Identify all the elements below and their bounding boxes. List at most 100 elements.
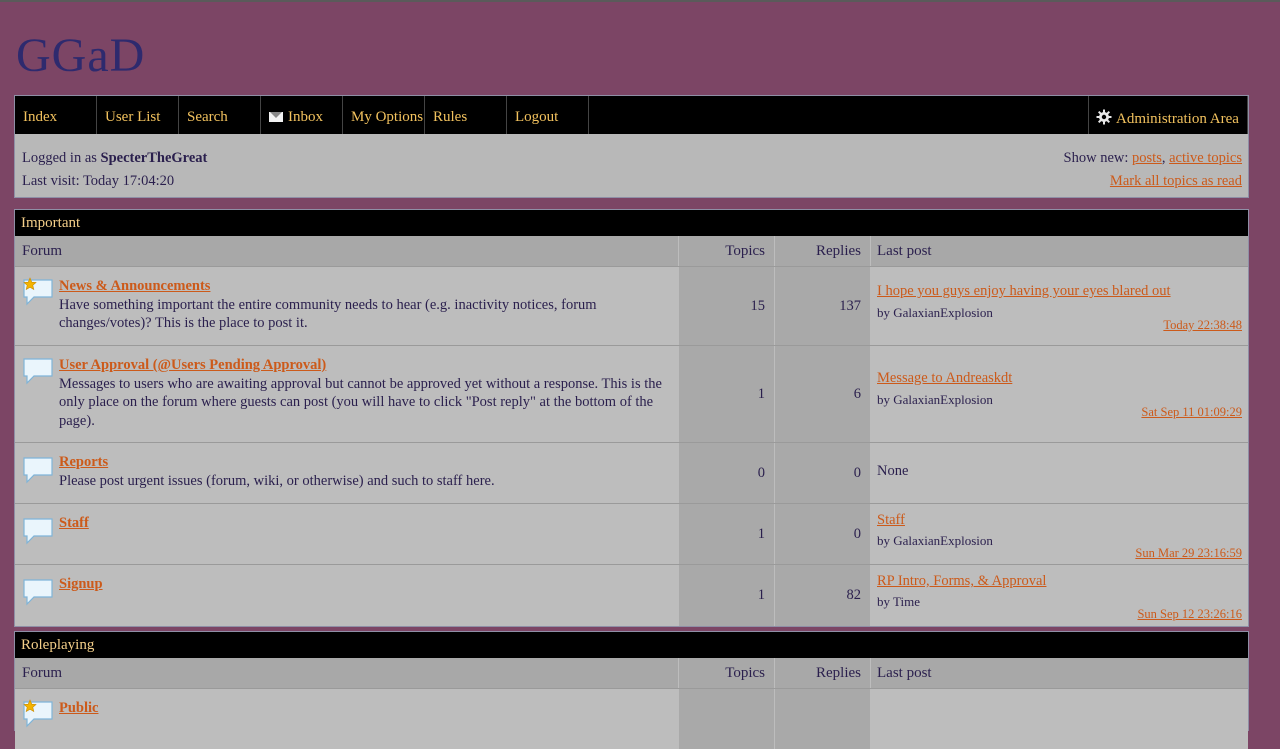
forum-replies-count: 0 (774, 443, 870, 503)
forum-title-link[interactable]: Reports (59, 454, 108, 470)
forum-row: Staff 1 0 Staff by GalaxianExplosion Sun… (15, 503, 1248, 564)
last-post-author: by GalaxianExplosion (877, 305, 993, 320)
last-post-cell (870, 689, 1248, 749)
last-post-cell: RP Intro, Forms, & Approval by Time Sun … (870, 565, 1248, 626)
last-post-cell: I hope you guys enjoy having your eyes b… (870, 267, 1248, 345)
col-forum: Forum (22, 665, 63, 681)
nav-inbox[interactable]: Inbox (261, 96, 343, 134)
forum-bubble-icon (23, 518, 53, 545)
last-post-author: by Time (877, 594, 920, 609)
last-post-none: None (877, 463, 909, 479)
forum-cell: Public (15, 689, 678, 749)
logged-in-line: Logged in as SpecterTheGreat (22, 147, 207, 170)
forum-replies-count: 0 (774, 504, 870, 564)
status-left: Logged in as SpecterTheGreat Last visit:… (22, 147, 207, 193)
nav-my-options[interactable]: My Options (343, 96, 425, 134)
forum-topics-count: 1 (678, 565, 774, 626)
col-last-post: Last post (870, 236, 1248, 266)
category-roleplaying: Roleplaying Forum Topics Replies Last po… (14, 631, 1249, 749)
forum-replies-count: 82 (774, 565, 870, 626)
mark-all-read-link[interactable]: Mark all topics as read (1110, 173, 1242, 189)
nav-inbox-label: Inbox (288, 109, 323, 125)
col-last-post: Last post (870, 658, 1248, 688)
show-new-prefix: Show new: (1063, 150, 1129, 166)
forum-topics-count: 1 (678, 346, 774, 442)
forum-row: News & Announcements Have something impo… (15, 266, 1248, 345)
show-new-posts-link[interactable]: posts (1132, 150, 1162, 166)
category-header: Roleplaying (15, 632, 1248, 658)
forum-title-link[interactable]: User Approval (@Users Pending Approval) (59, 357, 326, 373)
forum-replies-count (774, 689, 870, 749)
forum-bubble-icon (23, 579, 53, 606)
logged-in-prefix: Logged in as (22, 150, 97, 166)
forum-replies-count: 137 (774, 267, 870, 345)
envelope-icon (269, 112, 283, 122)
last-post-link[interactable]: Message to Andreaskdt (877, 370, 1012, 387)
nav-administration-area[interactable]: Administration Area (1088, 96, 1248, 134)
forum-topics-count: 0 (678, 443, 774, 503)
forum-title-link[interactable]: Staff (59, 515, 89, 531)
forum-new-posts-icon (23, 699, 53, 728)
username: SpecterTheGreat (100, 150, 208, 166)
nav-index[interactable]: Index (15, 96, 97, 134)
forum-cell: Signup (15, 565, 678, 626)
forum-row: Signup 1 82 RP Intro, Forms, & Approval … (15, 564, 1248, 626)
forum-row: Reports Please post urgent issues (forum… (15, 442, 1248, 503)
show-active-topics-link[interactable]: active topics (1169, 150, 1242, 166)
forum-cell: Staff (15, 504, 678, 564)
col-topics: Topics (678, 658, 774, 688)
last-visit: Last visit: Today 17:04:20 (22, 173, 175, 189)
comma: , (1161, 150, 1166, 166)
navbar: Index User List Search Inbox My Options … (15, 96, 1248, 134)
forum-new-posts-icon (23, 277, 53, 306)
forum-topics-count (678, 689, 774, 749)
column-headers: Forum Topics Replies Last post (15, 658, 1248, 688)
last-post-author: by GalaxianExplosion (877, 392, 993, 407)
category-header: Important (15, 210, 1248, 236)
forum-title-link[interactable]: Signup (59, 576, 103, 592)
last-post-link[interactable]: Staff (877, 512, 905, 529)
forum-replies-count: 6 (774, 346, 870, 442)
gear-icon (1096, 109, 1112, 125)
last-post-time-link[interactable]: Sat Sep 11 01:09:29 (1141, 405, 1242, 420)
top-border (0, 0, 1280, 2)
forum-topics-count: 15 (678, 267, 774, 345)
forum-cell: Reports Please post urgent issues (forum… (15, 443, 678, 503)
forum-row: Public (15, 688, 1248, 749)
forum-title-link[interactable]: Public (59, 700, 98, 716)
forum-bubble-icon (23, 358, 53, 385)
status-right: Show new: posts, active topics Mark all … (1064, 147, 1242, 193)
last-post-time-link[interactable]: Sun Mar 29 23:16:59 (1135, 546, 1242, 561)
forum-topics-count: 1 (678, 504, 774, 564)
forum-description: Messages to users who are awaiting appro… (59, 375, 662, 429)
navigation-box: Index User List Search Inbox My Options … (14, 95, 1249, 198)
nav-user-list[interactable]: User List (97, 96, 179, 134)
last-post-cell: Message to Andreaskdt by GalaxianExplosi… (870, 346, 1248, 442)
forum-cell: User Approval (@Users Pending Approval) … (15, 346, 678, 442)
nav-admin-label: Administration Area (1116, 111, 1239, 127)
forum-bubble-icon (23, 457, 53, 484)
forum-cell: News & Announcements Have something impo… (15, 267, 678, 345)
forum-title-link[interactable]: News & Announcements (59, 278, 210, 294)
col-replies: Replies (774, 658, 870, 688)
col-topics: Topics (678, 236, 774, 266)
user-status: Logged in as SpecterTheGreat Last visit:… (15, 134, 1248, 198)
forum-description: Have something important the entire comm… (59, 296, 597, 332)
forum-description: Please post urgent issues (forum, wiki, … (59, 472, 495, 489)
last-post-link[interactable]: I hope you guys enjoy having your eyes b… (877, 283, 1171, 300)
last-post-time-link[interactable]: Today 22:38:48 (1163, 318, 1242, 333)
forum-row: User Approval (@Users Pending Approval) … (15, 345, 1248, 442)
nav-search[interactable]: Search (179, 96, 261, 134)
site-title: GGaD (16, 29, 146, 82)
nav-logout[interactable]: Logout (507, 96, 589, 134)
col-forum: Forum (22, 243, 63, 259)
column-headers: Forum Topics Replies Last post (15, 236, 1248, 266)
last-post-link[interactable]: RP Intro, Forms, & Approval (877, 573, 1046, 590)
last-post-cell: None (870, 443, 1248, 503)
show-new-line: Show new: posts, active topics (1064, 147, 1242, 170)
nav-rules[interactable]: Rules (425, 96, 507, 134)
last-post-time-link[interactable]: Sun Sep 12 23:26:16 (1137, 607, 1242, 622)
last-post-author: by GalaxianExplosion (877, 533, 993, 548)
category-important: Important Forum Topics Replies Last post… (14, 209, 1249, 627)
